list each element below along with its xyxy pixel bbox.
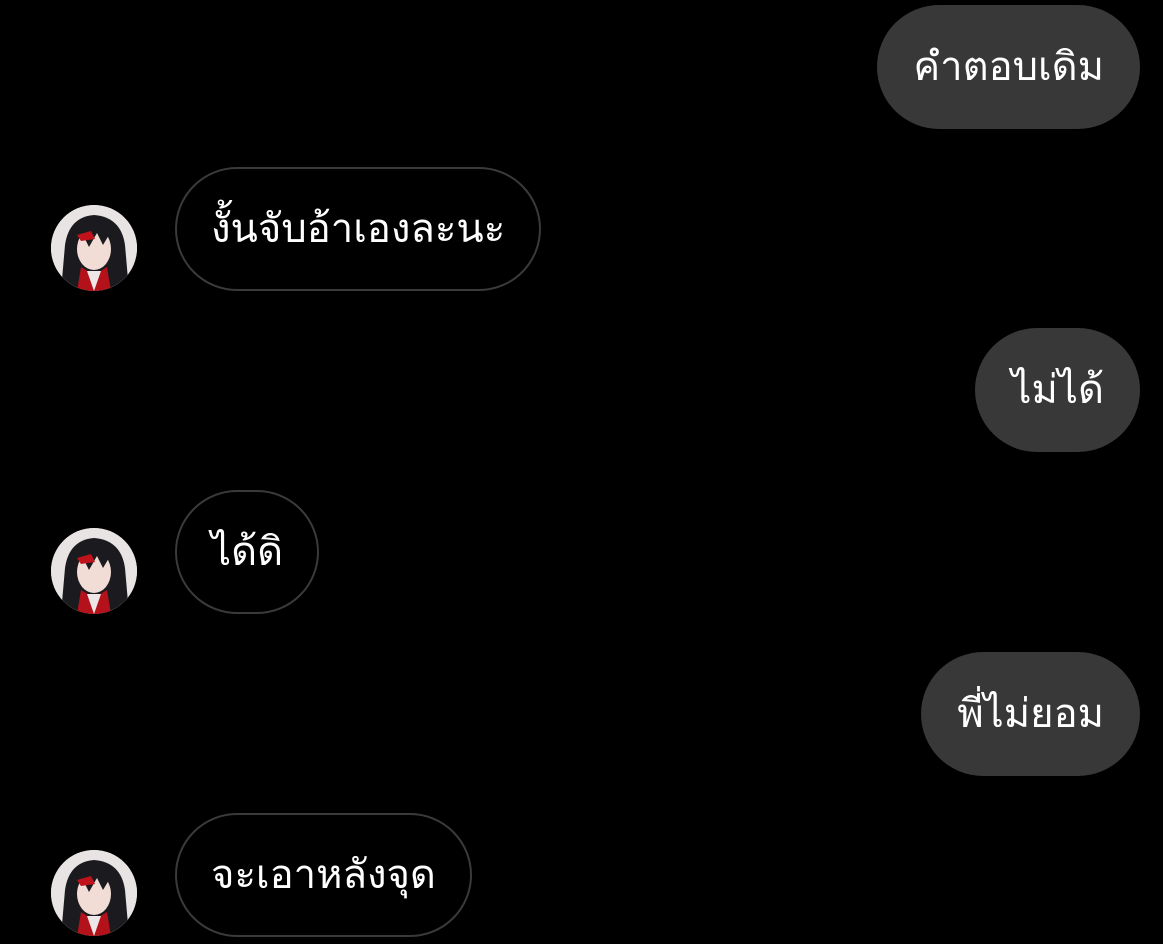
- outgoing-message-bubble[interactable]: พี่ไม่ยอม: [921, 652, 1140, 776]
- avatar-image: [51, 205, 137, 291]
- incoming-message-bubble[interactable]: งั้นจับอ้าเองละนะ: [175, 167, 542, 291]
- avatar-image: [51, 850, 137, 936]
- outgoing-message-bubble[interactable]: ไม่ได้: [975, 328, 1140, 452]
- message-text: พี่ไม่ยอม: [957, 691, 1104, 737]
- user-avatar[interactable]: [51, 205, 137, 291]
- message-text: งั้นจับอ้าเองละนะ: [211, 206, 506, 252]
- outgoing-message-bubble[interactable]: คำตอบเดิม: [877, 5, 1140, 129]
- message-text: ได้ดิ: [211, 529, 284, 575]
- user-avatar[interactable]: [51, 850, 137, 936]
- message-text: ไม่ได้: [1011, 367, 1104, 413]
- incoming-message-bubble[interactable]: ได้ดิ: [175, 490, 320, 614]
- message-text: จะเอาหลังจุด: [211, 852, 436, 898]
- chat-thread: คำตอบเดิม งั้นจับอ้าเองละนะ ไม่ได้ ได้ดิ…: [0, 0, 1163, 944]
- incoming-message-bubble[interactable]: จะเอาหลังจุด: [175, 813, 472, 937]
- message-text: คำตอบเดิม: [913, 44, 1104, 90]
- user-avatar[interactable]: [51, 528, 137, 614]
- avatar-image: [51, 528, 137, 614]
